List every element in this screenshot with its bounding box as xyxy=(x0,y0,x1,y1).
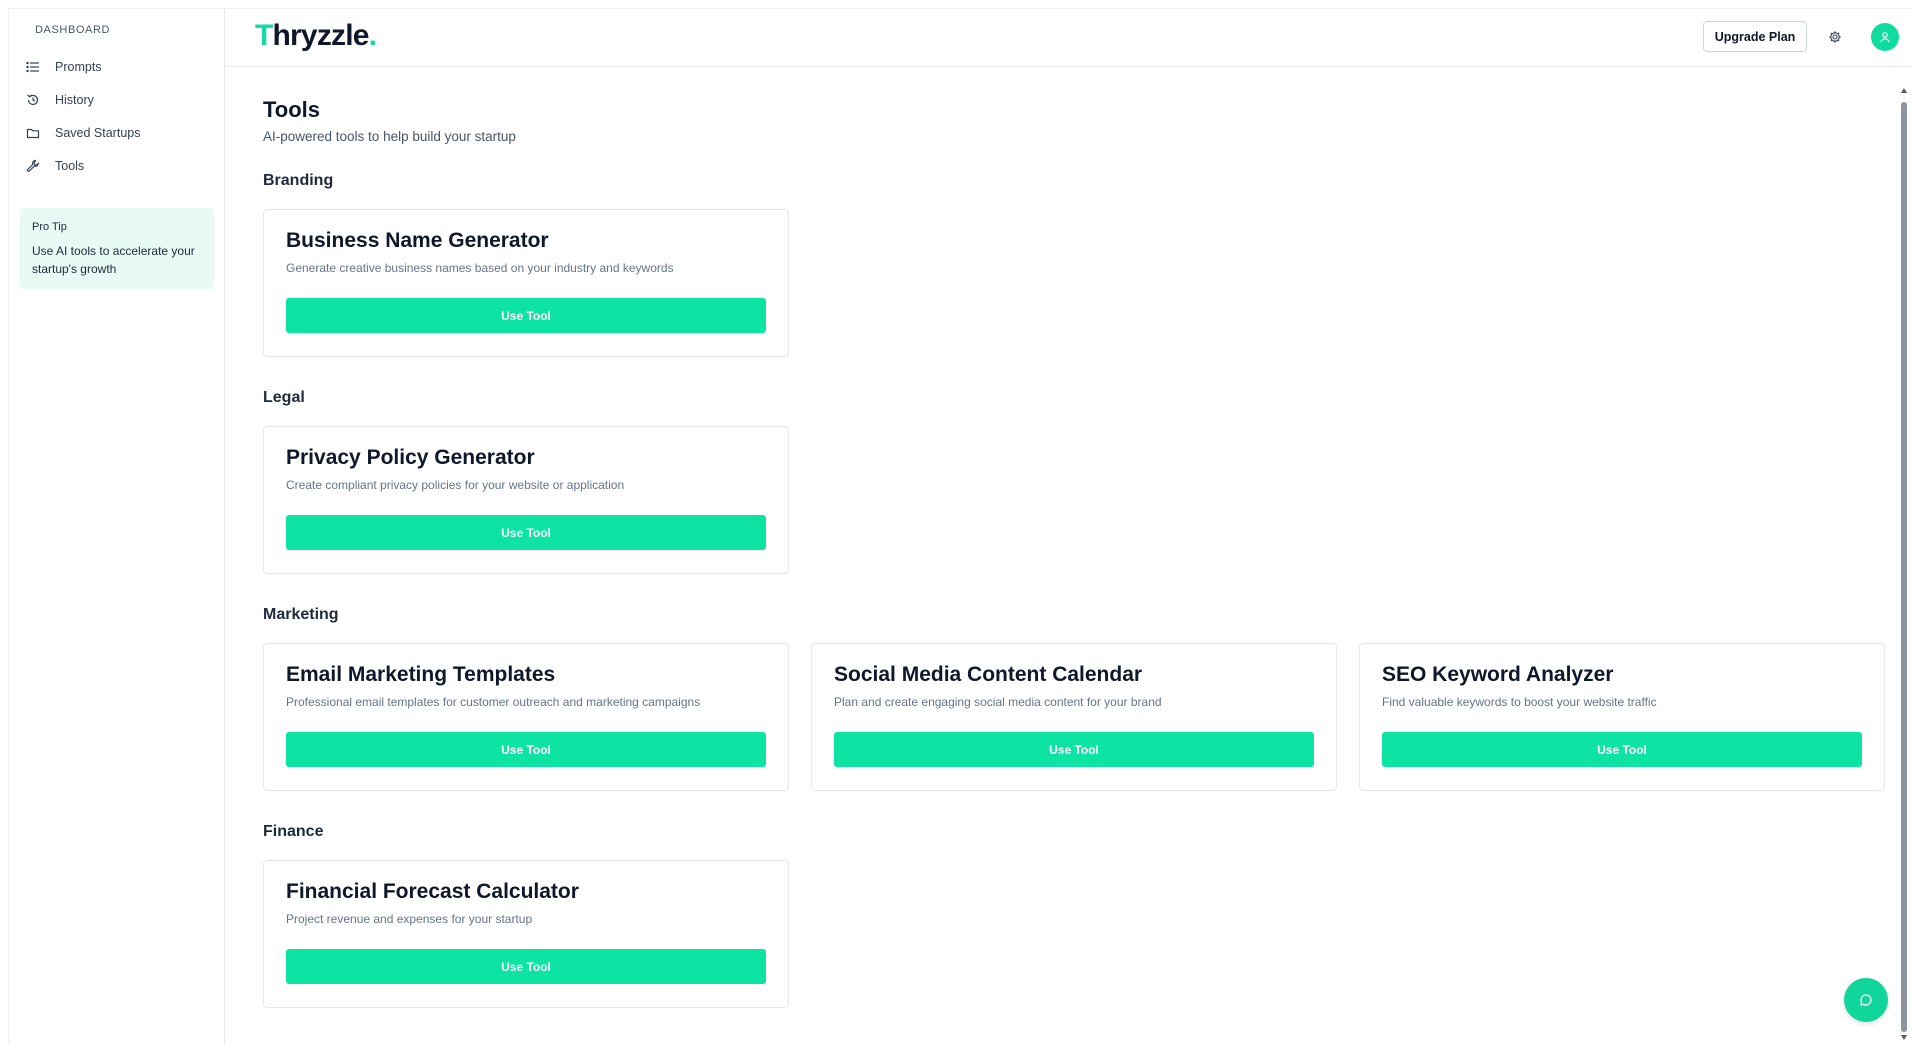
scroll-down-arrow-icon[interactable] xyxy=(1901,1035,1907,1040)
app-window: DASHBOARD Prompts History Saved Startups… xyxy=(8,8,1912,1045)
sidebar-item-saved-startups[interactable]: Saved Startups xyxy=(19,119,215,147)
app-logo[interactable]: Thryzzle. xyxy=(255,19,377,53)
tool-title: Email Marketing Templates xyxy=(286,663,556,686)
pro-tip-text: Use AI tools to accelerate your startup'… xyxy=(32,244,195,276)
section-heading-branding: Branding xyxy=(263,172,334,189)
use-tool-button[interactable]: Use Tool xyxy=(834,732,1314,767)
page-subtitle: AI-powered tools to help build your star… xyxy=(263,129,516,144)
sidebar-heading: DASHBOARD xyxy=(35,24,111,36)
section-heading-marketing: Marketing xyxy=(263,606,339,623)
user-icon xyxy=(1880,32,1890,43)
tool-card: Social Media Content Calendar Plan and c… xyxy=(811,643,1337,791)
sidebar-item-history[interactable]: History xyxy=(19,86,215,114)
top-header: Thryzzle. Upgrade Plan xyxy=(226,9,1912,67)
use-tool-button[interactable]: Use Tool xyxy=(286,515,766,550)
page-title: Tools xyxy=(263,97,321,122)
sidebar-item-label: Tools xyxy=(55,159,85,173)
sidebar-item-label: History xyxy=(55,93,94,107)
logo-initial: T xyxy=(255,19,273,52)
tool-card: SEO Keyword Analyzer Find valuable keywo… xyxy=(1359,643,1885,791)
tool-card: Email Marketing Templates Professional e… xyxy=(263,643,789,791)
tool-description: Project revenue and expenses for your st… xyxy=(286,912,533,926)
chat-bubble-icon xyxy=(1860,994,1872,1006)
wrench-icon xyxy=(19,159,47,173)
tool-title: Privacy Policy Generator xyxy=(286,446,535,469)
vertical-scrollbar[interactable] xyxy=(1900,88,1908,1040)
tool-description: Create compliant privacy policies for yo… xyxy=(286,478,625,492)
tool-description: Plan and create engaging social media co… xyxy=(834,695,1162,709)
upgrade-plan-button[interactable]: Upgrade Plan xyxy=(1703,21,1807,52)
scrollbar-thumb[interactable] xyxy=(1901,102,1907,1032)
tool-title: Business Name Generator xyxy=(286,229,549,252)
main-content: Tools AI-powered tools to help build you… xyxy=(226,68,1912,1044)
sidebar-item-prompts[interactable]: Prompts xyxy=(19,53,215,81)
pro-tip-title: Pro Tip xyxy=(32,221,67,233)
sidebar: DASHBOARD Prompts History Saved Startups… xyxy=(9,9,225,1045)
section-heading-finance: Finance xyxy=(263,823,324,840)
section-heading-legal: Legal xyxy=(263,389,305,406)
use-tool-button[interactable]: Use Tool xyxy=(286,298,766,333)
tool-description: Find valuable keywords to boost your web… xyxy=(1382,695,1657,709)
use-tool-button[interactable]: Use Tool xyxy=(286,732,766,767)
use-tool-button[interactable]: Use Tool xyxy=(286,949,766,984)
use-tool-button[interactable]: Use Tool xyxy=(1382,732,1862,767)
tool-card: Privacy Policy Generator Create complian… xyxy=(263,426,789,574)
scroll-up-arrow-icon[interactable] xyxy=(1901,88,1907,93)
gear-icon[interactable] xyxy=(1825,27,1845,47)
folder-icon xyxy=(19,126,47,140)
logo-text: hryzzle xyxy=(272,19,370,52)
sidebar-item-tools[interactable]: Tools xyxy=(19,152,215,180)
sidebar-item-label: Saved Startups xyxy=(55,126,141,140)
logo-dot: . xyxy=(368,19,377,52)
tool-description: Professional email templates for custome… xyxy=(286,695,701,709)
pro-tip-card: Pro Tip Use AI tools to accelerate your … xyxy=(20,208,214,289)
avatar[interactable] xyxy=(1871,23,1899,51)
sidebar-item-label: Prompts xyxy=(55,60,102,74)
tool-card: Business Name Generator Generate creativ… xyxy=(263,209,789,357)
tool-description: Generate creative business names based o… xyxy=(286,261,674,275)
tool-card: Financial Forecast Calculator Project re… xyxy=(263,860,789,1008)
chat-button[interactable] xyxy=(1844,978,1888,1022)
tool-title: Social Media Content Calendar xyxy=(834,663,1143,686)
history-icon xyxy=(19,93,47,107)
list-icon xyxy=(19,60,47,74)
tool-title: Financial Forecast Calculator xyxy=(286,880,579,903)
tool-title: SEO Keyword Analyzer xyxy=(1382,663,1614,686)
